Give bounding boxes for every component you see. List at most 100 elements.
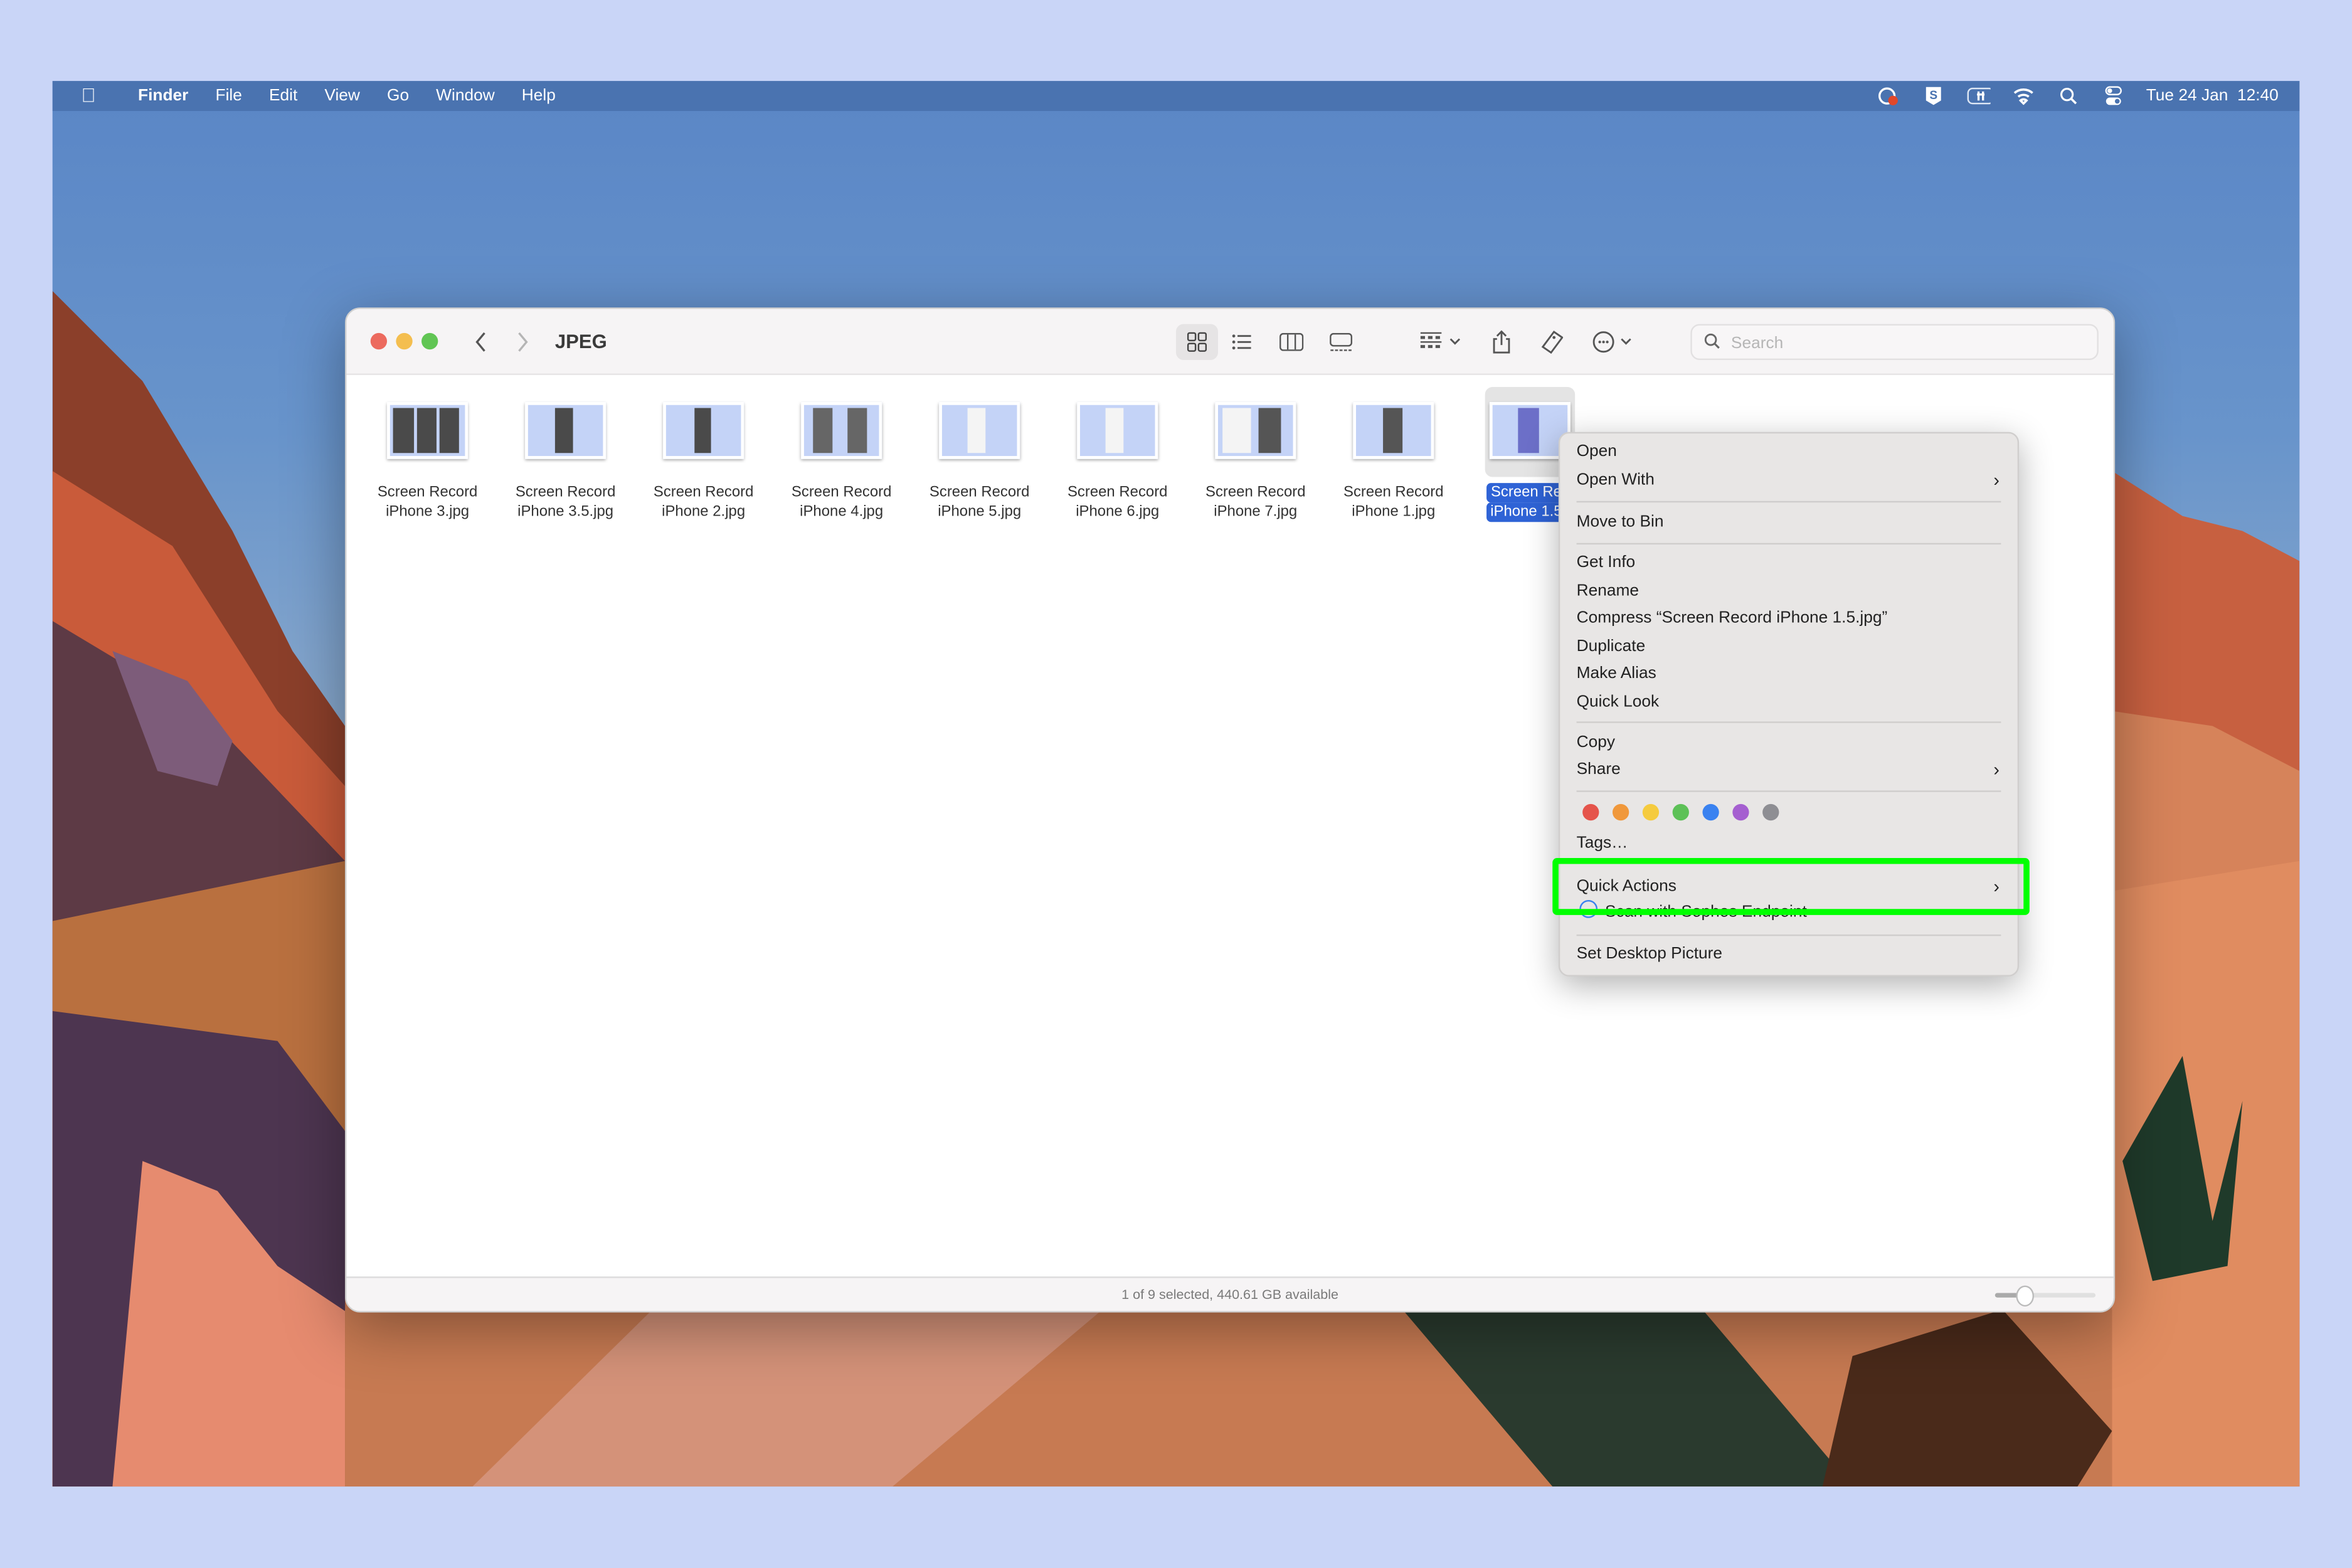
menu-item-open[interactable]: Open <box>1577 440 2000 465</box>
menu-file[interactable]: File <box>202 81 255 111</box>
menu-item-compress[interactable]: Compress “Screen Record iPhone 1.5.jpg” <box>1577 606 2000 632</box>
file-thumbnail <box>801 401 882 459</box>
menu-divider <box>1576 721 2001 723</box>
tag-gray[interactable] <box>1762 803 1779 821</box>
file-item[interactable]: Screen Record iPhone 4.jpg <box>773 387 911 522</box>
file-thumbnail <box>1215 401 1296 459</box>
apple-menu-icon[interactable]:  <box>53 81 125 111</box>
creative-cloud-icon[interactable] <box>1876 85 1900 106</box>
file-item[interactable]: Screen Record iPhone 6.jpg <box>1049 387 1187 522</box>
search-input[interactable] <box>1728 328 2079 358</box>
gallery-view-button[interactable] <box>1325 324 1358 360</box>
close-window-button[interactable] <box>370 332 388 350</box>
menu-item-make-alias[interactable]: Make Alias <box>1577 662 2000 687</box>
wifi-icon[interactable] <box>2011 85 2035 106</box>
menu-item-duplicate[interactable]: Duplicate <box>1577 635 2000 660</box>
file-name: Screen Record iPhone 5.jpg <box>929 484 1030 521</box>
status-menu-area: S Tue 24 Jan 12:40 <box>1876 81 2279 111</box>
sophos-icon[interactable]: S <box>1921 85 1945 106</box>
file-name: Screen Record iPhone 6.jpg <box>1067 484 1168 521</box>
tag-purple[interactable] <box>1732 803 1749 821</box>
screenshot-canvas:  Finder File Edit View Go Window Help S… <box>0 0 2352 1568</box>
zoom-window-button[interactable] <box>421 332 438 350</box>
file-item[interactable]: Screen Record iPhone 7.jpg <box>1187 387 1325 522</box>
file-thumbnail <box>939 401 1020 459</box>
share-icon <box>1493 330 1510 354</box>
menu-view[interactable]: View <box>311 81 374 111</box>
file-thumbnail <box>1353 401 1434 459</box>
menu-divider <box>1576 790 2001 792</box>
window-title: JPEG <box>554 330 607 353</box>
slider-knob[interactable] <box>2015 1285 2034 1307</box>
tag-yellow[interactable] <box>1642 803 1660 821</box>
share-button[interactable] <box>1490 324 1513 360</box>
icon-size-slider[interactable] <box>1994 1285 2096 1307</box>
menu-edit[interactable]: Edit <box>255 81 310 111</box>
menu-go[interactable]: Go <box>373 81 422 111</box>
window-toolbar: JPEG <box>346 309 2114 375</box>
menu-clock[interactable]: Tue 24 Jan 12:40 <box>2146 87 2279 105</box>
minimize-window-button[interactable] <box>396 332 413 350</box>
menu-item-get-info[interactable]: Get Info <box>1577 551 2000 576</box>
tag-green[interactable] <box>1672 803 1689 821</box>
menu-divider <box>1576 934 2001 936</box>
forward-icon <box>518 332 528 352</box>
menu-item-tags[interactable]: Tags… <box>1577 831 2000 857</box>
menu-item-copy[interactable]: Copy <box>1577 731 2000 756</box>
menu-bar:  Finder File Edit View Go Window Help S… <box>52 81 2300 111</box>
status-bar: 1 of 9 selected, 440.61 GB available <box>346 1276 2114 1311</box>
status-text: 1 of 9 selected, 440.61 GB available <box>1121 1286 1339 1302</box>
more-icon <box>1592 331 1631 353</box>
menu-window[interactable]: Window <box>423 81 509 111</box>
file-item[interactable]: Screen Record iPhone 2.jpg <box>635 387 773 522</box>
menu-app-name[interactable]: Finder <box>125 81 202 111</box>
file-thumbnail <box>663 401 744 459</box>
menu-item-quick-look[interactable]: Quick Look <box>1577 690 2000 716</box>
tag-orange[interactable] <box>1612 803 1629 821</box>
menu-item-open-with[interactable]: Open With › <box>1577 468 2000 494</box>
more-actions-button[interactable] <box>1590 324 1638 360</box>
file-thumbnail <box>387 401 469 459</box>
menu-help[interactable]: Help <box>508 81 569 111</box>
list-view-button[interactable] <box>1226 324 1259 360</box>
tag-red[interactable] <box>1582 803 1599 821</box>
search-icon <box>1704 333 1720 349</box>
file-item[interactable]: Screen Record iPhone 5.jpg <box>911 387 1049 522</box>
forward-button[interactable] <box>513 324 534 360</box>
desktop:  Finder File Edit View Go Window Help S… <box>52 81 2300 1487</box>
battery-charging-icon[interactable] <box>1966 85 1990 106</box>
chevron-right-icon: › <box>1993 759 2000 780</box>
tag-icon <box>1541 331 1564 354</box>
group-by-button[interactable] <box>1416 324 1467 360</box>
control-center-icon[interactable] <box>2101 85 2125 106</box>
file-item[interactable]: Screen Record iPhone 3.jpg <box>359 387 497 522</box>
icon-view-icon <box>1187 332 1207 352</box>
file-name: Screen Record iPhone 4.jpg <box>791 484 892 521</box>
tag-blue[interactable] <box>1702 803 1719 821</box>
tag-button[interactable] <box>1537 324 1564 360</box>
menu-item-set-desktop-picture[interactable]: Set Desktop Picture <box>1577 942 2000 968</box>
chevron-right-icon: › <box>1993 469 2000 491</box>
menu-item-rename[interactable]: Rename <box>1577 579 2000 605</box>
group-icon <box>1420 332 1461 348</box>
list-view-icon <box>1232 334 1251 350</box>
back-button[interactable] <box>470 324 490 360</box>
column-view-icon <box>1279 332 1304 351</box>
file-name: Screen Record iPhone 3.jpg <box>377 484 478 521</box>
column-view-button[interactable] <box>1275 324 1308 360</box>
menu-item-move-to-bin[interactable]: Move to Bin <box>1577 510 2000 536</box>
menu-item-share[interactable]: Share › <box>1577 758 2000 783</box>
icon-view-button[interactable] <box>1176 324 1218 360</box>
back-icon <box>475 332 485 352</box>
file-item[interactable]: Screen Record iPhone 1.jpg <box>1325 387 1463 522</box>
svg-text:S: S <box>1929 89 1937 102</box>
spotlight-search-icon[interactable] <box>2056 85 2080 106</box>
file-name: Screen Record iPhone 7.jpg <box>1205 484 1306 521</box>
search-field[interactable] <box>1690 324 2099 360</box>
file-name: Screen Record iPhone 1.jpg <box>1343 484 1444 521</box>
gallery-view-icon <box>1330 332 1353 351</box>
menu-divider <box>1576 543 2001 545</box>
quick-actions-highlight-box <box>1552 857 2030 915</box>
file-item[interactable]: Screen Record iPhone 3.5.jpg <box>497 387 635 522</box>
file-name: Screen Record iPhone 3.5.jpg <box>515 484 616 521</box>
